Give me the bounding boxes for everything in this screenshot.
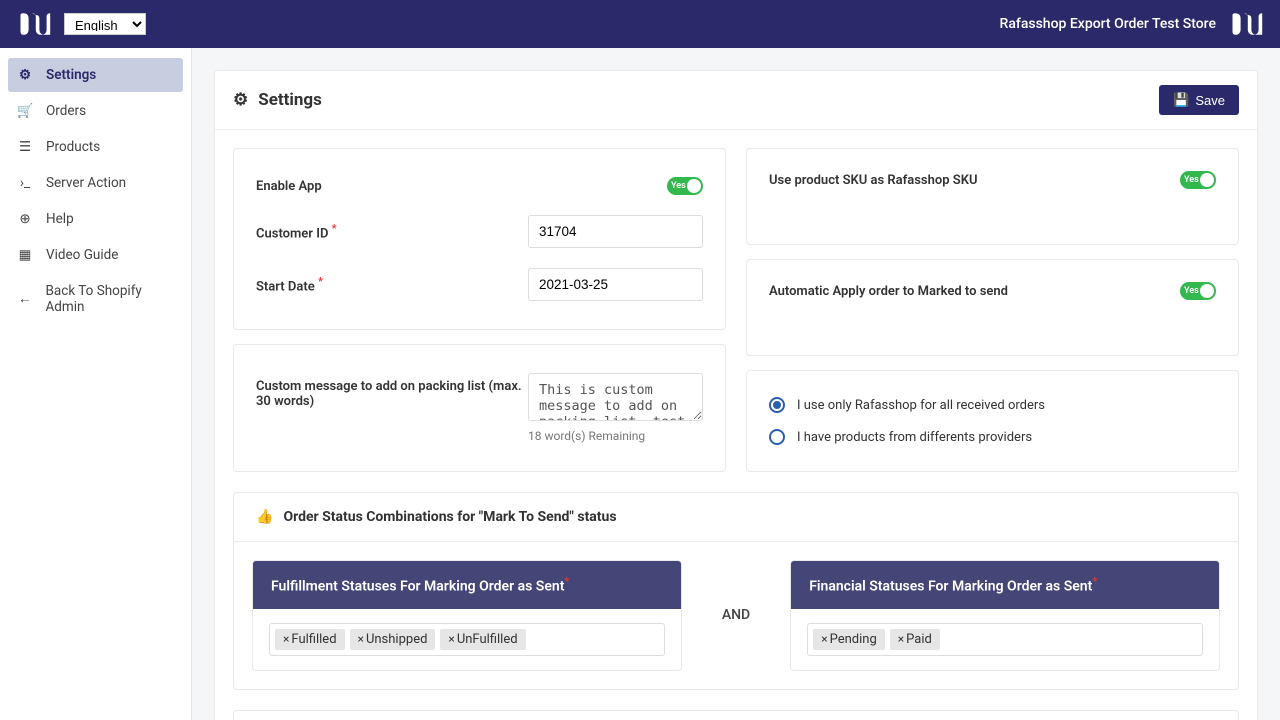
settings-panel: ⚙ Settings 💾 Save Enable App Yes [214,70,1258,720]
sidebar-item-label: Products [46,139,100,155]
page-title: Settings [258,90,322,110]
sidebar-item-label: Server Action [46,175,126,191]
customer-id-label: Customer ID * [256,222,528,241]
sidebar-item-orders[interactable]: 🛒 Orders [8,94,183,128]
thumbs-up-icon: 👍 [256,509,273,525]
sku-label: Use product SKU as Rafasshop SKU [769,173,1180,188]
sidebar-item-server-action[interactable]: ›_ Server Action [8,166,183,200]
start-date-label: Start Date * [256,275,528,294]
status-section-title: Order Status Combinations for "Mark To S… [283,509,616,525]
financial-status-card: Financial Statuses For Marking Order as … [790,560,1220,671]
language-select[interactable]: English [64,13,146,35]
start-date-input[interactable] [528,268,703,301]
radio-icon [769,429,785,445]
and-separator: AND [682,607,790,623]
custom-message-label: Custom message to add on packing list (m… [256,373,528,409]
radio-option-1[interactable]: I use only Rafasshop for all received or… [769,389,1216,421]
tag-remove-icon[interactable]: × [448,632,454,646]
sidebar-item-video-guide[interactable]: ▦ Video Guide [8,238,183,272]
necklabel-card: We will use this image as your necklabel… [233,710,1239,720]
sidebar-item-label: Orders [46,103,86,119]
auto-apply-label: Automatic Apply order to Marked to send [769,284,1180,299]
sidebar-item-back[interactable]: ← Back To Shopify Admin [8,274,183,324]
sidebar-item-label: Video Guide [46,247,118,263]
gear-icon: ⚙ [233,90,248,110]
app-logo [16,10,52,38]
tag[interactable]: ×UnFulfilled [440,629,525,650]
sidebar-item-label: Settings [46,67,96,83]
sidebar: ⚙ Settings 🛒 Orders ☰ Products ›_ Server… [0,48,192,720]
tag-remove-icon[interactable]: × [283,632,289,646]
sidebar-item-label: Help [46,211,74,227]
back-icon: ← [18,291,32,307]
video-icon: ▦ [18,247,32,263]
main-content: ⚙ Settings 💾 Save Enable App Yes [192,48,1280,720]
custom-message-input[interactable] [528,373,703,421]
radio-icon [769,397,785,413]
cart-icon: 🛒 [18,103,32,119]
topbar: English Rafasshop Export Order Test Stor… [0,0,1280,48]
list-icon: ☰ [18,139,32,155]
sidebar-item-settings[interactable]: ⚙ Settings [8,58,183,92]
terminal-icon: ›_ [18,175,32,191]
tag-remove-icon[interactable]: × [358,632,364,646]
financial-tags-input[interactable]: ×Pending ×Paid [807,623,1203,656]
fulfillment-tags-input[interactable]: ×Fulfilled ×Unshipped ×UnFulfilled [269,623,665,656]
sidebar-item-label: Back To Shopify Admin [46,283,174,315]
enable-app-toggle[interactable]: Yes [667,177,703,195]
enable-app-label: Enable App [256,179,667,194]
store-name: Rafasshop Export Order Test Store [1000,16,1216,32]
customer-id-input[interactable] [528,215,703,248]
tag-remove-icon[interactable]: × [898,632,904,646]
tag-remove-icon[interactable]: × [821,632,827,646]
save-icon: 💾 [1173,92,1189,108]
auto-apply-toggle[interactable]: Yes [1180,282,1216,300]
tag[interactable]: ×Unshipped [350,629,436,650]
fulfillment-status-card: Fulfillment Statuses For Marking Order a… [252,560,682,671]
sku-toggle[interactable]: Yes [1180,171,1216,189]
sidebar-item-products[interactable]: ☰ Products [8,130,183,164]
tag[interactable]: ×Paid [890,629,940,650]
tag[interactable]: ×Pending [813,629,885,650]
tag[interactable]: ×Fulfilled [275,629,345,650]
life-ring-icon: ⊕ [18,211,32,227]
sidebar-item-help[interactable]: ⊕ Help [8,202,183,236]
radio-option-2[interactable]: I have products from differents provider… [769,421,1216,453]
gear-icon: ⚙ [18,67,32,83]
words-remaining: 18 word(s) Remaining [528,429,703,443]
app-logo-right [1228,10,1264,38]
save-button[interactable]: 💾 Save [1159,85,1239,115]
